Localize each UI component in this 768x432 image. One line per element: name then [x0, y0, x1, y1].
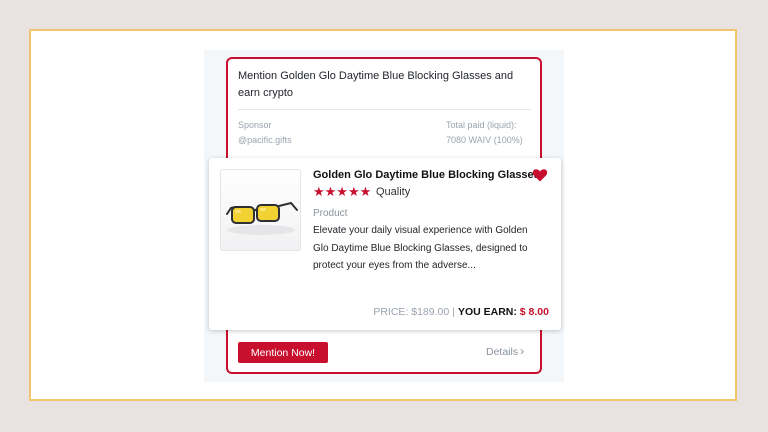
campaign-title: Mention Golden Glo Daytime Blue Blocking…: [238, 70, 514, 99]
glasses-icon: [226, 201, 298, 235]
earn-label: YOU EARN:: [457, 306, 517, 318]
product-description: Elevate your daily visual experience wit…: [313, 225, 528, 271]
divider: [238, 109, 531, 110]
mention-now-button[interactable]: Mention Now!: [238, 342, 328, 363]
star-rating: ★★★★★: [313, 184, 372, 199]
product-image[interactable]: [220, 169, 301, 251]
total-paid-label: Total paid (liquid):: [446, 120, 517, 130]
total-paid-value: 7080 WAIV (100%): [446, 135, 523, 145]
chevron-right-icon: ›: [520, 344, 525, 358]
product-type: Product: [313, 208, 348, 219]
sponsor-link[interactable]: @pacific.gifts: [238, 135, 292, 145]
price-separator: |: [452, 306, 455, 318]
price-line: PRICE: $189.00 | YOU EARN: $ 8.00: [373, 306, 549, 318]
product-title[interactable]: Golden Glo Daytime Blue Blocking Glasses: [313, 169, 540, 181]
rating-label: Quality: [376, 186, 411, 198]
details-label: Details: [486, 346, 519, 358]
details-link[interactable]: Details ›: [486, 344, 525, 358]
product-card[interactable]: Golden Glo Daytime Blue Blocking Glasses…: [209, 158, 561, 330]
sponsor-label: Sponsor: [238, 120, 272, 130]
earn-value: $ 8.00: [519, 306, 549, 318]
heart-icon[interactable]: [532, 167, 548, 183]
price-text: PRICE: $189.00: [373, 306, 450, 318]
